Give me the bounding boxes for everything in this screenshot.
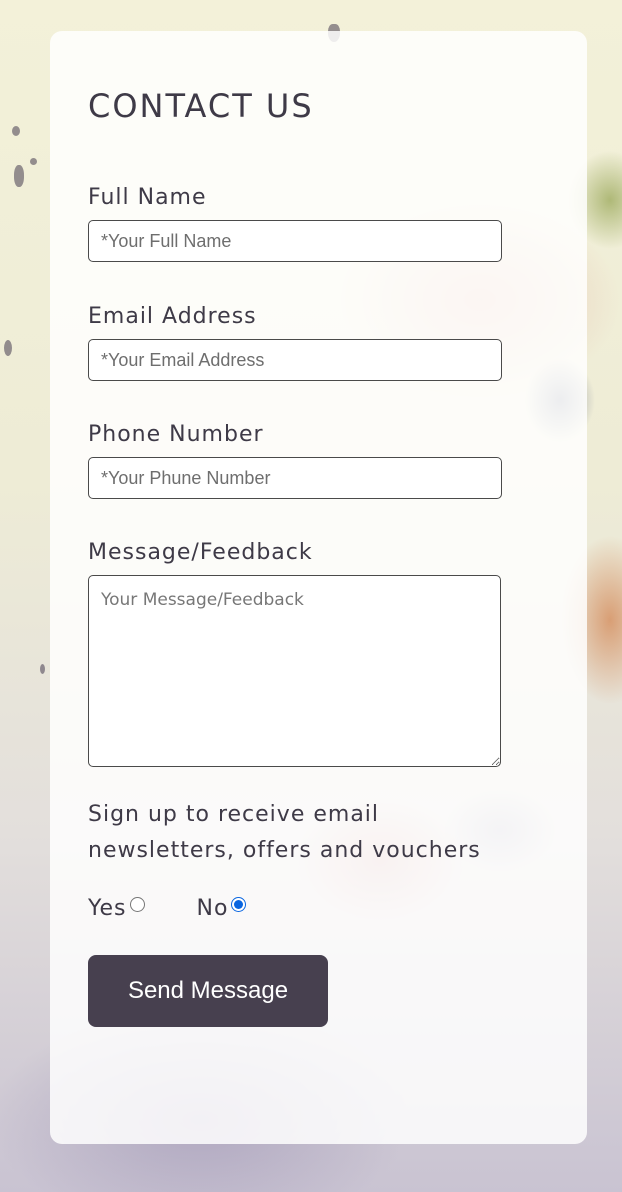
paint-speck <box>12 126 20 136</box>
email-label: Email Address <box>88 304 257 329</box>
full-name-label: Full Name <box>88 185 207 210</box>
phone-label: Phone Number <box>88 422 264 447</box>
radio-no[interactable] <box>231 896 247 912</box>
radio-yes-label: Yes <box>88 895 127 921</box>
paint-speck <box>30 158 37 165</box>
message-textarea[interactable] <box>88 575 501 767</box>
paint-speck <box>14 165 24 187</box>
paint-speck <box>40 664 45 674</box>
send-message-button[interactable]: Send Message <box>88 955 328 1027</box>
email-input[interactable] <box>88 339 502 381</box>
message-label: Message/Feedback <box>88 540 313 565</box>
newsletter-prompt: Sign up to receive email newsletters, of… <box>88 802 481 863</box>
newsletter-radio-group: Yes No <box>88 893 247 923</box>
radio-no-label: No <box>196 895 229 921</box>
radio-yes[interactable] <box>129 896 145 912</box>
contact-form-card: CONTACT US Full Name Email Address Phone… <box>50 31 587 1144</box>
phone-input[interactable] <box>88 457 502 499</box>
paint-speck <box>4 340 12 356</box>
page-title: CONTACT US <box>88 87 314 125</box>
full-name-input[interactable] <box>88 220 502 262</box>
